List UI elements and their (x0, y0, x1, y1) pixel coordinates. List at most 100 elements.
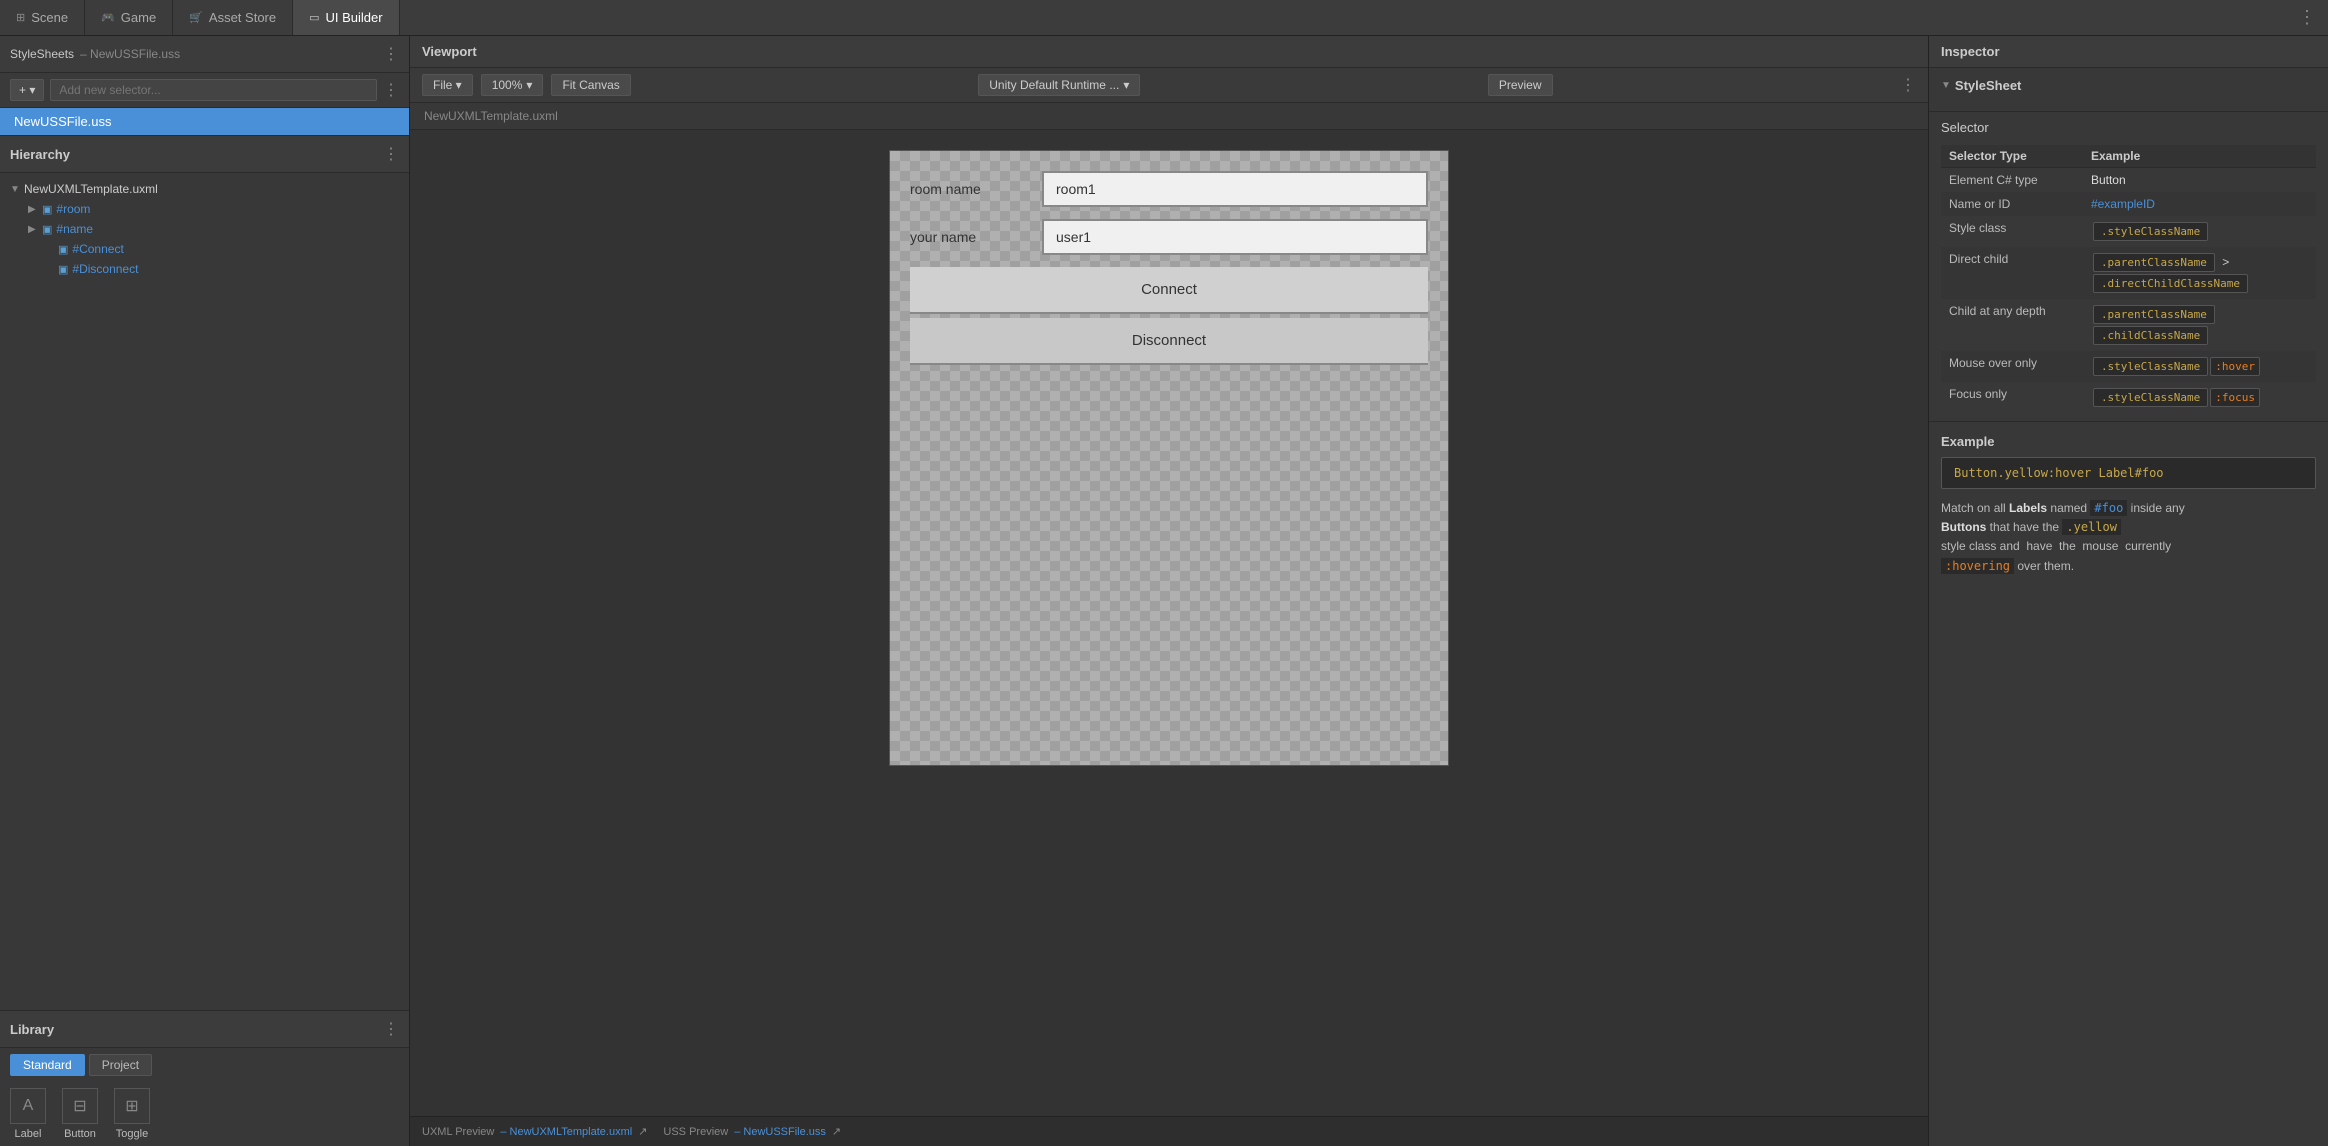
library-dots-button[interactable]: ⋮ (383, 1019, 399, 1039)
selector-dots-button[interactable]: ⋮ (383, 80, 399, 100)
focus-style-badge: .styleClassName (2093, 388, 2208, 407)
canvas-frame: room name your name Connect Disconnect (889, 150, 1449, 766)
table-cell-mouse-over-label: Mouse over only (1941, 351, 2083, 382)
button-icon: ⊟ (62, 1088, 98, 1124)
buttons-bold: Buttons (1941, 520, 1986, 534)
mouse-over-style-badge: .styleClassName (2093, 357, 2208, 376)
direct-child-op-symbol: > (2220, 255, 2231, 269)
tab-asset-store[interactable]: 🛒 Asset Store (173, 0, 293, 35)
add-selector-button[interactable]: + ▾ (10, 79, 44, 101)
mouse-over-pseudo-badge: :hover (2210, 357, 2260, 376)
uxml-preview-file[interactable]: – NewUXMLTemplate.uxml (500, 1126, 632, 1138)
tree-node-icon-room: ▣ (42, 203, 52, 216)
collapse-arrow-icon[interactable]: ▼ (1941, 80, 1951, 91)
stylesheet-section: ▼ StyleSheet (1929, 68, 2328, 112)
tab-scene[interactable]: ⊞ Scene (0, 0, 85, 35)
library-tab-project[interactable]: Project (89, 1054, 152, 1076)
bottom-bar: UXML Preview – NewUXMLTemplate.uxml ↗ US… (410, 1116, 1928, 1146)
game-icon: 🎮 (101, 11, 115, 24)
viewport-header: Viewport (410, 36, 1928, 68)
file-button[interactable]: File ▾ (422, 74, 473, 96)
tree-node-icon-connect: ▣ (58, 243, 68, 256)
tree-arrow-name: ▶ (28, 224, 38, 235)
selector-section: Selector Selector Type Example Element C… (1929, 112, 2328, 422)
library-tabs: Standard Project (0, 1048, 409, 1082)
tab-game[interactable]: 🎮 Game (85, 0, 173, 35)
table-row-style-class: Style class .styleClassName (1941, 216, 2316, 247)
tree-arrow-room: ▶ (28, 204, 38, 215)
name-label: your name (910, 229, 1030, 245)
name-input[interactable] (1042, 219, 1428, 255)
tree-item-name[interactable]: ▶ ▣ #name (0, 219, 409, 239)
uxml-preview-item[interactable]: UXML Preview – NewUXMLTemplate.uxml ↗ (422, 1125, 647, 1138)
fit-canvas-button[interactable]: Fit Canvas (551, 74, 630, 96)
uss-file-item[interactable]: NewUSSFile.uss (0, 108, 409, 135)
hierarchy-header: Hierarchy ⋮ (0, 135, 409, 173)
room-input[interactable] (1042, 171, 1428, 207)
ui-builder-icon: ▭ (309, 11, 319, 24)
stylesheets-title: StyleSheets (10, 47, 74, 61)
element-type-example-text: Button (2091, 173, 2126, 187)
table-cell-direct-child-label: Direct child (1941, 247, 2083, 299)
tree-item-room[interactable]: ▶ ▣ #room (0, 199, 409, 219)
canvas-area: NewUXMLTemplate.uxml room name your name… (410, 103, 1928, 1116)
zoom-button[interactable]: 100% ▾ (481, 74, 544, 96)
table-col2-header: Example (2083, 145, 2316, 168)
tree-label-name: #name (56, 222, 93, 236)
child-depth-parent-badge: .parentClassName (2093, 305, 2215, 324)
child-depth-child-badge: .childClassName (2093, 326, 2208, 345)
library-header: Library ⋮ (0, 1010, 409, 1048)
label-icon: A (10, 1088, 46, 1124)
table-row-element-type: Element C# type Button (1941, 168, 2316, 193)
selector-input[interactable] (50, 79, 377, 101)
tab-ui-builder-label: UI Builder (326, 10, 383, 25)
table-cell-child-depth-label: Child at any depth (1941, 299, 2083, 351)
tab-scene-label: Scene (31, 10, 68, 25)
stylesheets-dots-button[interactable]: ⋮ (383, 44, 399, 64)
uxml-preview-label: UXML Preview (422, 1126, 494, 1138)
viewport-dots-button[interactable]: ⋮ (1900, 75, 1916, 95)
table-cell-focus-label: Focus only (1941, 382, 2083, 413)
tab-ui-builder[interactable]: ▭ UI Builder (293, 0, 399, 35)
zoom-value: 100% (492, 78, 523, 92)
room-label: room name (910, 181, 1030, 197)
table-cell-name-id-example: #exampleID (2083, 192, 2316, 216)
left-panel: StyleSheets – NewUSSFile.uss ⋮ + ▾ ⋮ New… (0, 36, 410, 1146)
table-cell-element-type-example: Button (2083, 168, 2316, 193)
tab-asset-store-label: Asset Store (209, 10, 276, 25)
table-cell-direct-child-example: .parentClassName > .directChildClassName (2083, 247, 2316, 299)
library-item-button[interactable]: ⊟ Button (62, 1088, 98, 1140)
preview-button[interactable]: Preview (1488, 74, 1553, 96)
library-item-label[interactable]: A Label (10, 1088, 46, 1140)
table-row-direct-child: Direct child .parentClassName > .directC… (1941, 247, 2316, 299)
main-layout: StyleSheets – NewUSSFile.uss ⋮ + ▾ ⋮ New… (0, 36, 2328, 1146)
connect-button[interactable]: Connect (910, 267, 1428, 314)
uxml-external-link-icon: ↗ (638, 1125, 647, 1138)
tab-game-label: Game (121, 10, 156, 25)
tab-more-button[interactable]: ⋮ (2286, 7, 2328, 28)
name-row: your name (910, 219, 1428, 255)
uss-preview-file[interactable]: – NewUSSFile.uss (734, 1126, 826, 1138)
room-row: room name (910, 171, 1428, 207)
table-row-focus-only: Focus only .styleClassName:focus (1941, 382, 2316, 413)
tree-label-room: #room (56, 202, 90, 216)
example-code-block: Button.yellow:hover Label#foo (1941, 457, 2316, 489)
table-cell-mouse-over-example: .styleClassName:hover (2083, 351, 2316, 382)
direct-child-parent-badge: .parentClassName (2093, 253, 2215, 272)
runtime-dropdown-button[interactable]: Unity Default Runtime ... ▾ (978, 74, 1140, 96)
focus-pseudo-badge: :focus (2210, 388, 2260, 407)
name-id-example-text: #exampleID (2091, 197, 2155, 211)
uss-preview-label: USS Preview (663, 1126, 728, 1138)
tree-item-connect[interactable]: ▣ #Connect (0, 239, 409, 259)
table-row-name-id: Name or ID #exampleID (1941, 192, 2316, 216)
uss-preview-item[interactable]: USS Preview – NewUSSFile.uss ↗ (663, 1125, 841, 1138)
viewport-toolbar: File ▾ 100% ▾ Fit Canvas Unity Default R… (410, 68, 1928, 103)
tree-item-disconnect[interactable]: ▣ #Disconnect (0, 259, 409, 279)
selector-type-table: Selector Type Example Element C# type Bu… (1941, 145, 2316, 413)
tree-item-root[interactable]: ▼ NewUXMLTemplate.uxml (0, 179, 409, 199)
library-item-toggle[interactable]: ⊞ Toggle (114, 1088, 150, 1140)
library-tab-standard[interactable]: Standard (10, 1054, 85, 1076)
hierarchy-dots-button[interactable]: ⋮ (383, 144, 399, 164)
disconnect-button[interactable]: Disconnect (910, 318, 1428, 365)
runtime-label: Unity Default Runtime ... (989, 78, 1119, 92)
